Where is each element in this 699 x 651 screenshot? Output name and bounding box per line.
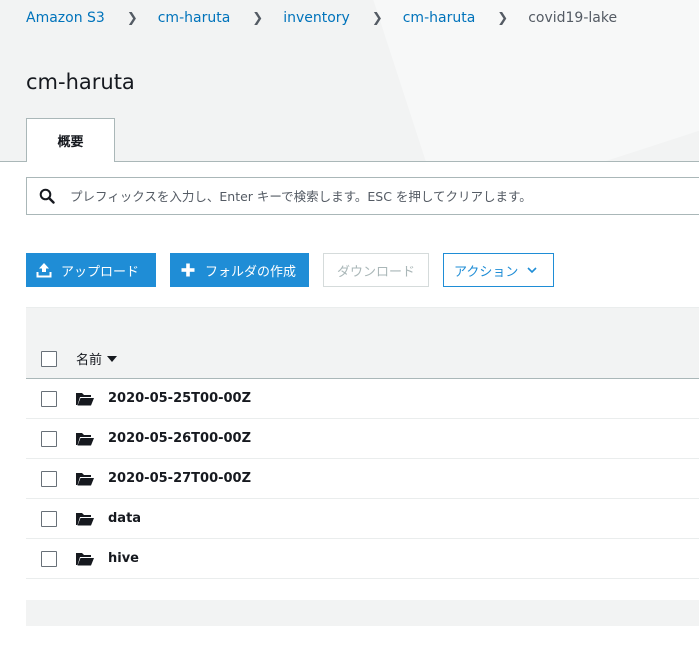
row-checkbox[interactable]	[41, 510, 57, 527]
table-header: 名前	[26, 339, 699, 379]
column-header-label: 名前	[76, 353, 103, 368]
upload-icon	[36, 262, 52, 278]
row-checkbox[interactable]	[41, 470, 57, 487]
chevron-down-icon	[527, 266, 537, 274]
actions-button-label: アクション	[454, 264, 519, 280]
column-header-name[interactable]: 名前	[76, 349, 118, 368]
chevron-right-icon: ❯	[252, 10, 264, 26]
breadcrumb: Amazon S3 ❯ cm-haruta ❯ inventory ❯ cm-h…	[26, 8, 617, 28]
tab-label: 概要	[57, 134, 84, 150]
folder-open-icon	[76, 512, 94, 526]
search-input[interactable]	[70, 188, 670, 204]
create-folder-button[interactable]: フォルダの作成	[170, 253, 309, 287]
folder-link[interactable]: data	[108, 511, 141, 526]
breadcrumb-link-amazon-s3[interactable]: Amazon S3	[26, 10, 105, 26]
table-toolbar-band	[26, 307, 699, 339]
breadcrumb-link-bucket[interactable]: cm-haruta	[158, 10, 231, 26]
table-row[interactable]: data	[26, 499, 699, 539]
table-row[interactable]: hive	[26, 539, 699, 579]
folder-open-icon	[76, 392, 94, 406]
plus-icon	[180, 262, 196, 278]
breadcrumb-link-prefix[interactable]: cm-haruta	[403, 10, 476, 26]
row-checkbox[interactable]	[41, 550, 57, 567]
upload-button[interactable]: アップロード	[26, 253, 156, 287]
page-title: cm-haruta	[26, 70, 135, 94]
folder-link[interactable]: 2020-05-27T00-00Z	[108, 471, 251, 486]
row-checkbox[interactable]	[41, 390, 57, 407]
download-button[interactable]: ダウンロード	[323, 253, 429, 287]
table-footer	[26, 600, 699, 626]
table-row[interactable]: 2020-05-25T00-00Z	[26, 379, 699, 419]
breadcrumb-link-inventory[interactable]: inventory	[283, 10, 350, 26]
tab-overview[interactable]: 概要	[26, 118, 115, 162]
select-all-checkbox[interactable]	[41, 350, 57, 367]
table-row[interactable]: 2020-05-26T00-00Z	[26, 419, 699, 459]
caret-down-icon	[107, 355, 118, 362]
search-bar	[26, 177, 699, 215]
table-row[interactable]: 2020-05-27T00-00Z	[26, 459, 699, 499]
search-icon	[38, 187, 56, 205]
folder-open-icon	[76, 432, 94, 446]
row-checkbox[interactable]	[41, 430, 57, 447]
actions-dropdown-button[interactable]: アクション	[443, 253, 554, 287]
chevron-right-icon: ❯	[371, 10, 383, 26]
folder-link[interactable]: 2020-05-26T00-00Z	[108, 431, 251, 446]
folder-open-icon	[76, 552, 94, 566]
folder-open-icon	[76, 472, 94, 486]
chevron-right-icon: ❯	[126, 10, 138, 26]
download-button-label: ダウンロード	[336, 264, 415, 280]
folder-link[interactable]: 2020-05-25T00-00Z	[108, 391, 251, 406]
create-folder-button-label: フォルダの作成	[205, 264, 297, 280]
upload-button-label: アップロード	[61, 264, 140, 280]
chevron-right-icon: ❯	[497, 10, 509, 26]
breadcrumb-current: covid19-lake	[528, 10, 618, 26]
folder-link[interactable]: hive	[108, 551, 139, 566]
